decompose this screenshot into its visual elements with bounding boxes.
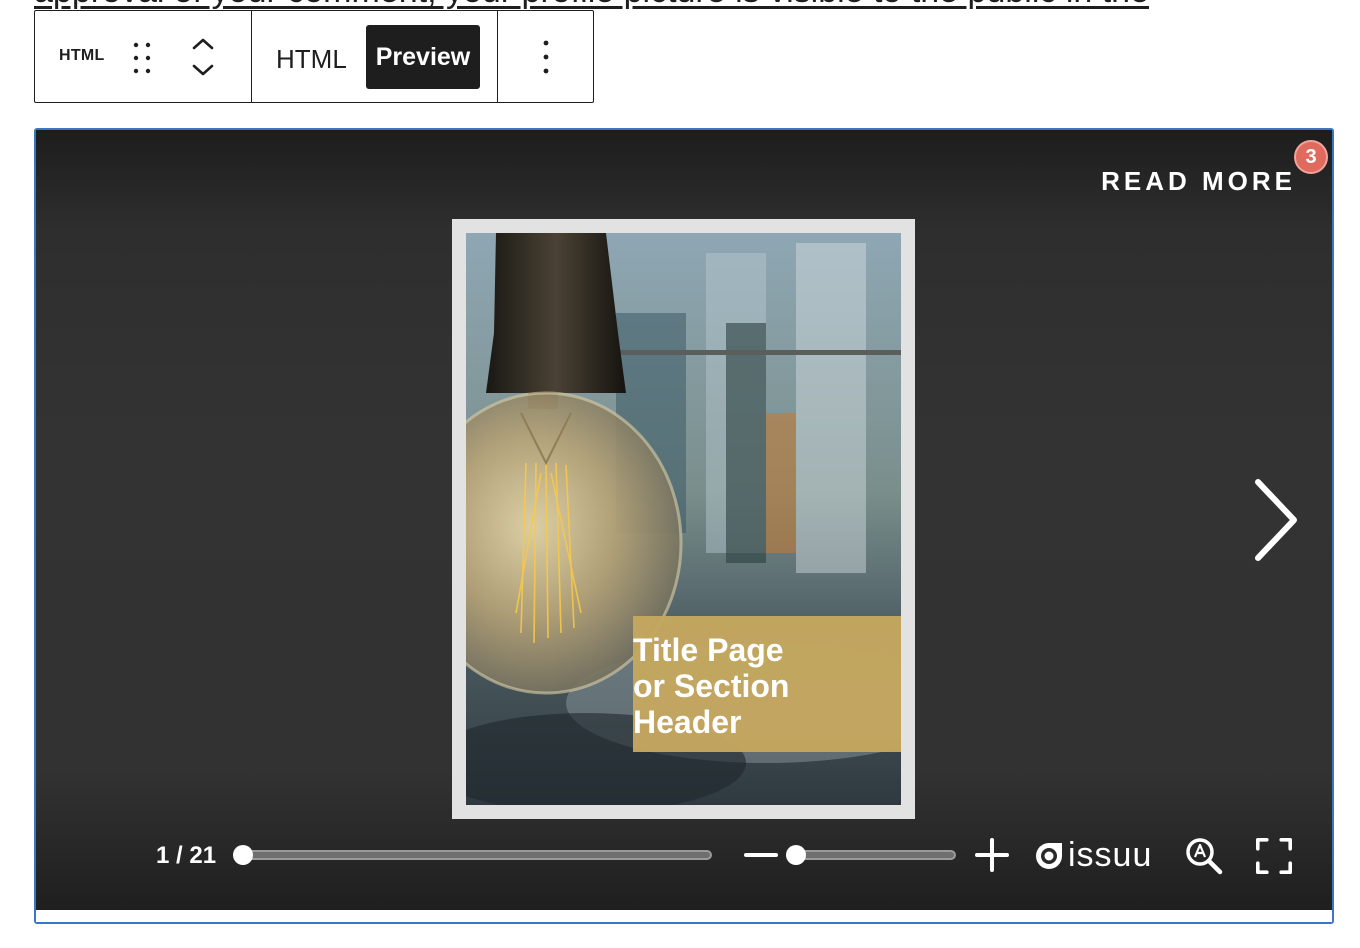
viewer-controls: 1 / 21 issuu — [36, 830, 1332, 890]
issuu-logo[interactable]: issuu — [1034, 836, 1152, 875]
read-more-link[interactable]: READ MORE — [1101, 166, 1296, 197]
fullscreen-icon[interactable] — [1254, 838, 1294, 874]
zoom-in-icon[interactable] — [975, 838, 1009, 872]
title-overlay: Title Page or Section Header — [633, 616, 901, 752]
issuu-wordmark: issuu — [1068, 836, 1153, 874]
zoom-slider-track[interactable] — [796, 850, 956, 860]
page-indicator: 1 / 21 — [156, 842, 217, 869]
search-icon[interactable] — [1184, 836, 1224, 876]
block-type-label[interactable]: HTML — [59, 47, 105, 65]
page-slider-track[interactable] — [242, 850, 712, 860]
next-page-icon[interactable] — [1244, 474, 1304, 566]
html-tab[interactable]: HTML — [276, 44, 347, 75]
page-slider-knob[interactable] — [233, 845, 253, 865]
view-mode-group: HTML Preview — [251, 11, 497, 102]
move-up-icon[interactable] — [185, 31, 221, 57]
block-movers — [185, 31, 221, 83]
zoom-slider-knob[interactable] — [786, 845, 806, 865]
embed-block[interactable]: READ MORE 3 Title Page or Section Header… — [34, 128, 1334, 924]
block-toolbar: HTML HTML Preview — [34, 10, 594, 103]
block-controls-group: HTML — [35, 11, 251, 102]
zoom-out-icon[interactable] — [744, 838, 778, 872]
move-down-icon[interactable] — [185, 57, 221, 83]
drag-handle-icon[interactable] — [131, 41, 153, 75]
comment-notice-text: approval of your comment, your profile p… — [34, 0, 1149, 8]
document-page[interactable]: Title Page or Section Header — [452, 219, 915, 819]
notification-badge: 3 — [1294, 140, 1328, 174]
more-options-icon[interactable] — [536, 37, 556, 77]
embed-footer-strip — [36, 910, 1332, 922]
issuu-viewer: READ MORE 3 Title Page or Section Header… — [36, 130, 1332, 910]
options-group — [497, 11, 593, 102]
issuu-logo-icon — [1036, 842, 1062, 869]
page-title-text: Title Page or Section Header — [633, 632, 790, 740]
preview-tab[interactable]: Preview — [366, 25, 480, 89]
